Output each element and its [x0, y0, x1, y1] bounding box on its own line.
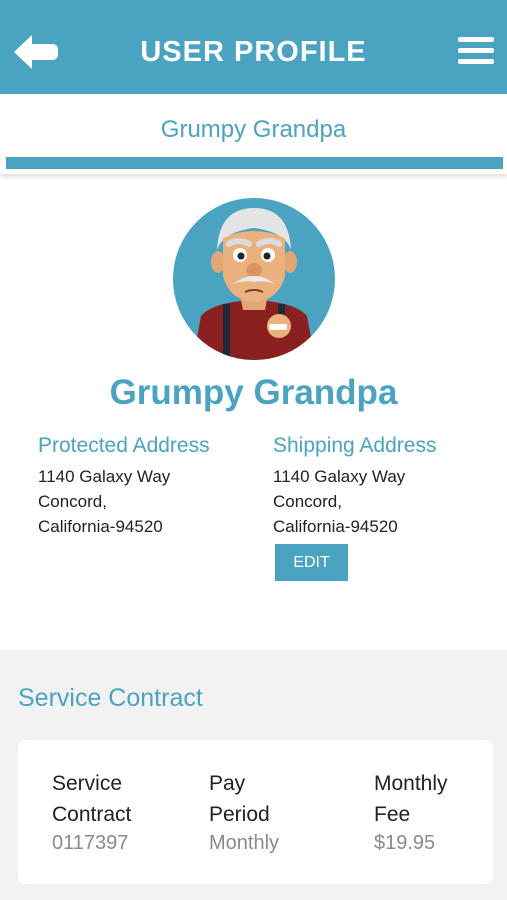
pay-period-column: Pay Period Monthly — [209, 768, 279, 856]
tab-grumpy-grandpa[interactable]: Grumpy Grandpa — [0, 116, 507, 144]
contract-number-column: Service Contract 0117397 — [52, 768, 131, 856]
shipping-address: Shipping Address 1140 Galaxy Way Concord… — [273, 434, 436, 539]
pay-label-1: Pay — [209, 772, 246, 795]
shipping-address-line1: 1140 Galaxy Way — [273, 467, 406, 486]
contract-label-1: Service — [52, 772, 123, 795]
page-title: USER PROFILE — [140, 36, 367, 68]
grandpa-avatar — [173, 198, 335, 360]
fee-label-2: Fee — [374, 803, 411, 826]
protected-address-title: Protected Address — [38, 434, 210, 457]
protected-address: Protected Address 1140 Galaxy Way Concor… — [38, 434, 210, 539]
menu-button[interactable] — [458, 37, 494, 67]
top-app-bar: USER PROFILE — [0, 0, 507, 94]
pay-period-value: Monthly — [209, 832, 280, 854]
fee-label-1: Monthly — [374, 772, 448, 795]
shipping-address-title: Shipping Address — [273, 434, 437, 457]
monthly-fee-column: Monthly Fee $19.95 — [374, 768, 448, 856]
hamburger-menu-icon — [458, 37, 494, 42]
pay-label-2: Period — [209, 803, 270, 826]
monthly-fee-value: $19.95 — [374, 832, 436, 854]
shipping-address-line3: California-94520 — [273, 517, 398, 536]
protected-address-line2: Concord, — [38, 492, 107, 511]
protected-address-line3: California-94520 — [38, 517, 163, 536]
shipping-address-line2: Concord, — [273, 492, 342, 511]
service-contract-section: Service Contract Service Contract 011739… — [0, 650, 507, 900]
profile-name: Grumpy Grandpa — [109, 373, 398, 412]
profile-tab-bar: Grumpy Grandpa — [0, 94, 507, 174]
service-contract-card: Service Contract 0117397 Pay Period Mont… — [18, 740, 493, 884]
contract-number-value: 0117397 — [52, 832, 129, 854]
service-contract-title: Service Contract — [18, 684, 203, 712]
edit-address-button[interactable]: EDIT — [275, 544, 348, 581]
tab-active-indicator — [6, 157, 503, 169]
contract-label-2: Contract — [52, 803, 132, 826]
protected-address-line1: 1140 Galaxy Way — [38, 467, 171, 486]
